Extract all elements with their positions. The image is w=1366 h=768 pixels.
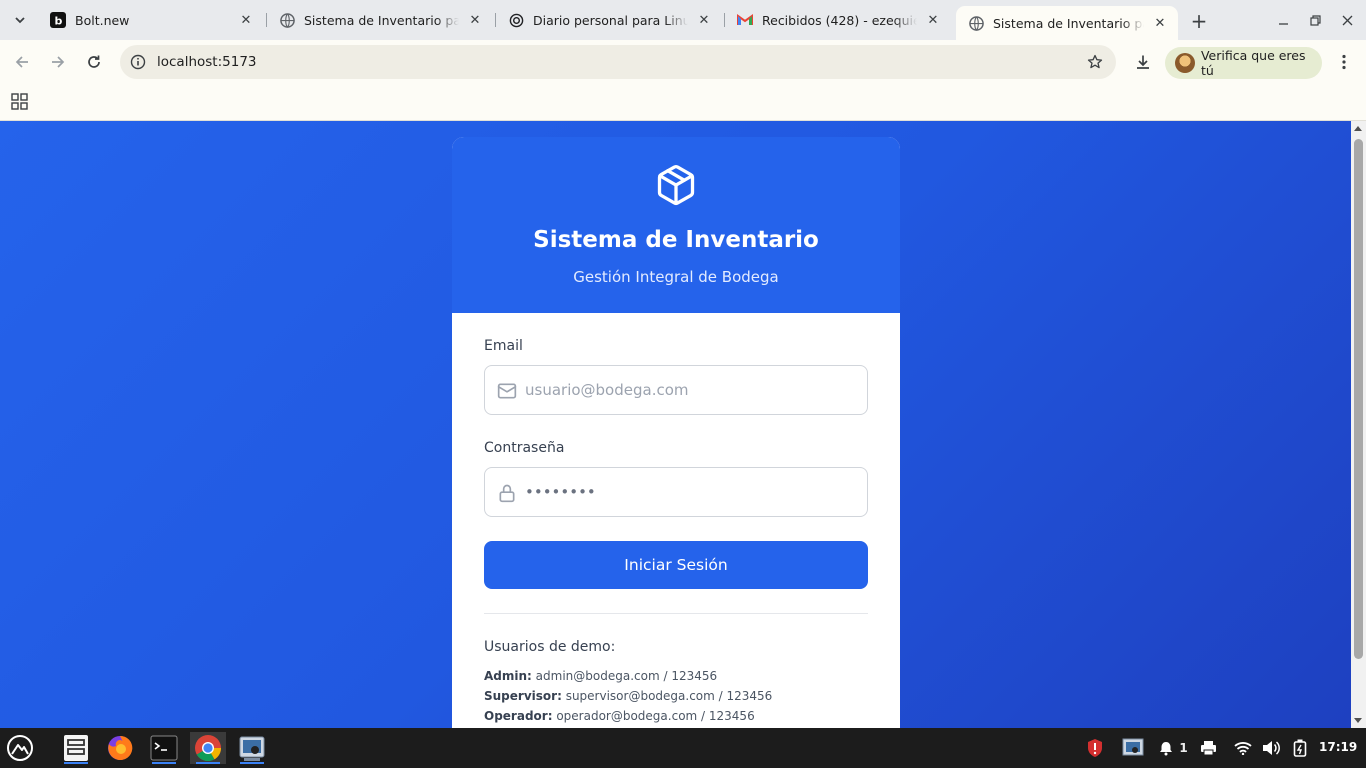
url-text[interactable]: localhost:5173 xyxy=(157,54,257,70)
arrow-right-icon xyxy=(52,56,65,68)
file-manager-icon[interactable] xyxy=(58,732,94,764)
active-indicator xyxy=(196,762,220,764)
firefox-icon[interactable] xyxy=(102,732,138,764)
tab-title: Bolt.new xyxy=(75,12,130,28)
notifications-icon[interactable]: 1 xyxy=(1156,738,1190,758)
demo-user-row: Admin: admin@bodega.com / 123456 xyxy=(484,669,717,683)
demo-user-credentials: supervisor@bodega.com / 123456 xyxy=(565,689,773,703)
back-button[interactable] xyxy=(8,48,36,76)
tab-strip: b Bolt.new ✕ Sistema de Inventario para … xyxy=(0,0,1366,40)
chevron-down-icon xyxy=(15,17,25,24)
avatar xyxy=(1175,53,1195,73)
demo-user-row: Operador: operador@bodega.com / 123456 xyxy=(484,709,755,723)
scroll-up-arrow[interactable] xyxy=(1354,126,1362,131)
more-vert-icon xyxy=(1342,54,1346,70)
close-icon[interactable]: ✕ xyxy=(465,10,485,30)
close-icon[interactable]: ✕ xyxy=(923,10,943,30)
browser-toolbar: localhost:5173 Verifica que eres tú xyxy=(0,40,1366,85)
lock-icon xyxy=(499,484,515,503)
openai-icon xyxy=(508,12,524,28)
volume-icon[interactable] xyxy=(1260,738,1282,758)
terminal-icon[interactable] xyxy=(146,732,182,764)
email-input[interactable] xyxy=(525,366,855,414)
page-scrollbar[interactable] xyxy=(1351,121,1366,728)
package-icon xyxy=(657,165,695,206)
screenshot-tray-icon[interactable] xyxy=(1121,738,1145,758)
tab-title: Diario personal para Linux xyxy=(533,12,688,28)
globe-icon xyxy=(279,12,295,28)
demo-user-role: Admin: xyxy=(484,669,532,683)
new-tab-button[interactable]: + xyxy=(1186,8,1212,34)
scroll-down-arrow[interactable] xyxy=(1354,718,1362,723)
demo-user-role: Supervisor: xyxy=(484,689,562,703)
tab-title: Sistema de Inventario para Bodega xyxy=(993,15,1144,31)
bookmark-star-icon[interactable] xyxy=(1086,53,1104,71)
bookmarks-bar xyxy=(0,85,1366,121)
active-indicator xyxy=(64,762,88,764)
page-title: Sistema de Inventario xyxy=(533,227,819,253)
profile-label: Verifica que eres tú xyxy=(1200,48,1306,78)
arrow-left-icon xyxy=(15,56,28,68)
svg-text:b: b xyxy=(55,15,63,28)
demo-user-role: Operador: xyxy=(484,709,553,723)
close-window-icon[interactable] xyxy=(1334,8,1360,32)
taskbar: 1 17:19 xyxy=(0,728,1366,768)
browser-menu-button[interactable] xyxy=(1330,48,1358,76)
clock: 17:19 xyxy=(1319,740,1358,754)
active-indicator xyxy=(152,762,176,764)
close-icon[interactable]: ✕ xyxy=(694,10,714,30)
login-header: Sistema de Inventario Gestión Integral d… xyxy=(452,137,900,313)
tab-gmail[interactable]: Recibidos (428) - ezequiel99@gmail.com ✕ xyxy=(725,6,951,34)
tab-diario[interactable]: Diario personal para Linux ✕ xyxy=(496,6,722,34)
password-label: Contraseña xyxy=(484,440,565,456)
address-bar[interactable]: localhost:5173 xyxy=(120,45,1116,79)
demo-users-title: Usuarios de demo: xyxy=(484,639,616,655)
forward-button[interactable] xyxy=(44,48,72,76)
chrome-icon[interactable] xyxy=(190,732,226,764)
shield-icon[interactable] xyxy=(1084,738,1106,758)
battery-icon[interactable] xyxy=(1290,738,1310,758)
email-field[interactable] xyxy=(484,365,868,415)
demo-user-credentials: operador@bodega.com / 123456 xyxy=(556,709,755,723)
active-indicator xyxy=(240,762,264,764)
login-card: Sistema de Inventario Gestión Integral d… xyxy=(452,137,900,728)
tab-search-button[interactable] xyxy=(6,6,34,34)
email-label: Email xyxy=(484,338,523,354)
bolt-icon: b xyxy=(50,12,66,28)
demo-user-credentials: admin@bodega.com / 123456 xyxy=(535,669,718,683)
gmail-icon xyxy=(737,12,753,28)
tab-title: Sistema de Inventario para Bodega xyxy=(304,12,459,28)
wifi-icon[interactable] xyxy=(1232,738,1254,758)
reload-icon xyxy=(88,55,100,68)
reload-button[interactable] xyxy=(80,48,108,76)
screenshot-app-icon[interactable] xyxy=(234,732,270,764)
password-input[interactable] xyxy=(525,468,855,516)
demo-user-row: Supervisor: supervisor@bodega.com / 1234… xyxy=(484,689,772,703)
globe-icon xyxy=(968,15,984,31)
login-button[interactable]: Iniciar Sesión xyxy=(484,541,868,589)
printer-icon[interactable] xyxy=(1198,738,1218,758)
site-info-icon[interactable] xyxy=(129,53,147,71)
downloads-button[interactable] xyxy=(1129,48,1157,76)
minimize-icon[interactable] xyxy=(1270,8,1296,32)
divider xyxy=(484,613,868,614)
tab-inventario-active[interactable]: Sistema de Inventario para Bodega ✕ xyxy=(956,6,1178,40)
mail-icon xyxy=(497,383,517,399)
password-field[interactable] xyxy=(484,467,868,517)
notification-count: 1 xyxy=(1179,741,1188,755)
launcher-icon[interactable] xyxy=(2,732,38,764)
download-icon xyxy=(1137,55,1149,69)
apps-grid-icon[interactable] xyxy=(11,93,28,110)
page-viewport: Sistema de Inventario Gestión Integral d… xyxy=(0,121,1351,728)
scrollbar-thumb[interactable] xyxy=(1354,139,1363,659)
tab-title: Recibidos (428) - ezequiel99@gmail.com xyxy=(762,12,917,28)
profile-button[interactable]: Verifica que eres tú xyxy=(1165,47,1322,79)
close-icon[interactable]: ✕ xyxy=(236,10,256,30)
tab-bolt[interactable]: b Bolt.new ✕ xyxy=(38,6,264,34)
restore-icon[interactable] xyxy=(1302,8,1328,32)
tab-inventario[interactable]: Sistema de Inventario para Bodega ✕ xyxy=(267,6,493,34)
page-subtitle: Gestión Integral de Bodega xyxy=(573,268,779,286)
close-icon[interactable]: ✕ xyxy=(1150,13,1170,33)
